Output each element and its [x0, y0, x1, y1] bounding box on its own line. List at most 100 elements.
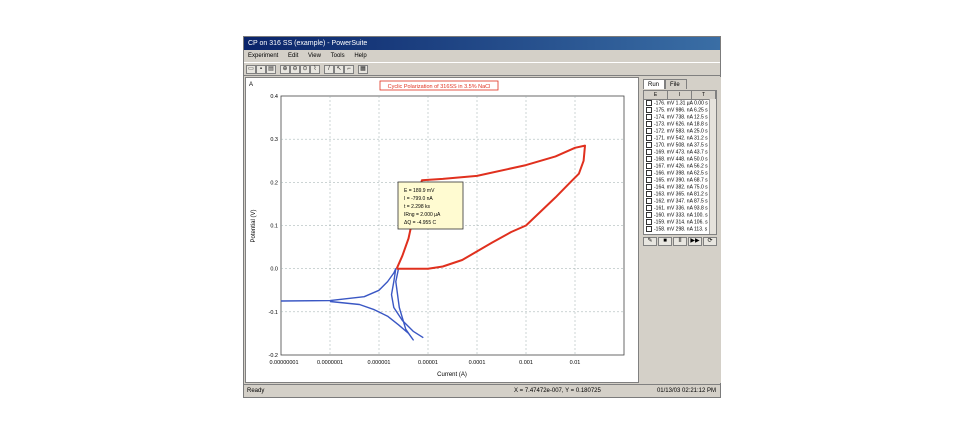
- x-tick-label: 0.00000001: [269, 360, 298, 366]
- list-item[interactable]: -165. mV 390. nA 68.7 s: [644, 177, 716, 184]
- list-item[interactable]: -173. mV 626. nA 18.8 s: [644, 121, 716, 128]
- checkbox-icon[interactable]: [646, 100, 652, 106]
- list-item-text: -166. mV 398. nA 62.5 s: [654, 170, 708, 177]
- list-scrollbar[interactable]: [709, 99, 716, 234]
- y-tick-label: 0.2: [270, 180, 278, 186]
- checkbox-icon[interactable]: [646, 156, 652, 162]
- list-item[interactable]: -176. mV 1.31 µA 0.00 s: [644, 100, 716, 107]
- x-tick-label: 0.00001: [418, 360, 438, 366]
- list-item-text: -172. mV 583. nA 25.0 s: [654, 128, 708, 135]
- list-item[interactable]: -171. mV 542. nA 31.2 s: [644, 135, 716, 142]
- list-item-text: -169. mV 473. nA 43.7 s: [654, 149, 708, 156]
- list-item-text: -176. mV 1.31 µA 0.00 s: [654, 100, 708, 107]
- checkbox-icon[interactable]: [646, 177, 652, 183]
- menu-experiment[interactable]: Experiment: [248, 53, 278, 59]
- checkbox-icon[interactable]: [646, 205, 652, 211]
- tab-file[interactable]: File: [665, 79, 687, 89]
- tooltip-line-t: t = 2.298 ks: [404, 204, 430, 210]
- tooltip-line-dq: ΔQ = -4.955 C: [404, 220, 436, 226]
- x-tick-label: 0.01: [570, 360, 581, 366]
- x-axis-label: Current (A): [437, 372, 467, 378]
- x-tick-label: 0.000001: [368, 360, 391, 366]
- checkbox-icon[interactable]: [646, 170, 652, 176]
- col-t[interactable]: T: [692, 91, 716, 99]
- list-item[interactable]: -170. mV 508. nA 37.5 s: [644, 142, 716, 149]
- list-item-text: -175. mV 986. nA 6.25 s: [654, 107, 708, 114]
- list-item[interactable]: -168. mV 448. nA 50.0 s: [644, 156, 716, 163]
- data-list[interactable]: E I T -176. mV 1.31 µA 0.00 s -175. mV 98…: [643, 90, 717, 235]
- checkbox-icon[interactable]: [646, 191, 652, 197]
- plot-pane[interactable]: A Cyclic Polarization of 316SS in 3.5% N…: [245, 77, 639, 383]
- checkbox-icon[interactable]: [646, 142, 652, 148]
- edit-icon[interactable]: ✎: [643, 237, 657, 246]
- data-tooltip: E = 189.9 mV I = -799.0 nA t = 2.298 ks …: [397, 181, 464, 230]
- zoom-reset-icon[interactable]: ⊙: [300, 65, 310, 74]
- pane-label: A: [249, 82, 253, 88]
- list-item[interactable]: -164. mV 382. nA 75.0 s: [644, 184, 716, 191]
- col-i[interactable]: I: [668, 91, 692, 99]
- menu-bar: Experiment Edit View Tools Help: [244, 51, 720, 61]
- y-tick-label: 0.0: [270, 267, 278, 273]
- chart-title: Cyclic Polarization of 316SS in 3.5% NaC…: [388, 84, 491, 90]
- y-tick-label: -0.1: [269, 310, 278, 316]
- graph-icon[interactable]: ⌇: [310, 65, 320, 74]
- window-title: CP on 316 SS (example) - PowerSuite: [244, 37, 720, 50]
- y-axis-label: Potential (V): [251, 209, 257, 242]
- list-item-text: -161. mV 336. nA 93.8 s: [654, 205, 708, 212]
- list-item[interactable]: -162. mV 347. nA 87.5 s: [644, 198, 716, 205]
- checkbox-icon[interactable]: [646, 226, 652, 232]
- cyclic-polarization-chart[interactable]: A Cyclic Polarization of 316SS in 3.5% N…: [246, 78, 638, 382]
- list-item[interactable]: -161. mV 336. nA 93.8 s: [644, 205, 716, 212]
- data-panel: Run File E I T -176. mV 1.31 µA 0.00 s -1…: [641, 77, 721, 383]
- checkbox-icon[interactable]: [646, 198, 652, 204]
- list-item-text: -171. mV 542. nA 31.2 s: [654, 135, 708, 142]
- menu-view[interactable]: View: [308, 53, 321, 59]
- open-icon[interactable]: ▭: [246, 65, 256, 74]
- checkbox-icon[interactable]: [646, 212, 652, 218]
- checkbox-icon[interactable]: [646, 163, 652, 169]
- menu-edit[interactable]: Edit: [288, 53, 298, 59]
- checkbox-icon[interactable]: [646, 107, 652, 113]
- print-icon[interactable]: ▤: [266, 65, 276, 74]
- checkbox-icon[interactable]: [646, 219, 652, 225]
- menu-help[interactable]: Help: [354, 53, 366, 59]
- list-item[interactable]: -160. mV 333. nA 100. s: [644, 212, 716, 219]
- zoom-in-icon[interactable]: ⊕: [280, 65, 290, 74]
- cursor-icon[interactable]: ↖: [334, 65, 344, 74]
- menu-tools[interactable]: Tools: [331, 53, 345, 59]
- checkbox-icon[interactable]: [646, 135, 652, 141]
- save-icon[interactable]: ▪: [256, 65, 266, 74]
- status-datetime: 01/13/03 02:21:12 PM: [656, 388, 716, 394]
- fast-forward-icon[interactable]: ▶▶: [688, 237, 702, 246]
- pause-icon[interactable]: II: [673, 237, 687, 246]
- stop-icon[interactable]: ■: [658, 237, 672, 246]
- list-item[interactable]: -158. mV 298. nA 113. s: [644, 226, 716, 233]
- y-tick-label: 0.4: [270, 94, 278, 100]
- pen-icon[interactable]: /: [324, 65, 334, 74]
- tab-run[interactable]: Run: [643, 79, 665, 89]
- list-item-text: -170. mV 508. nA 37.5 s: [654, 142, 708, 149]
- list-item[interactable]: -169. mV 473. nA 43.7 s: [644, 149, 716, 156]
- list-item[interactable]: -159. mV 314. nA 106. s: [644, 219, 716, 226]
- cursor-coordinates: X = 7.47472e-007, Y = 0.180725: [514, 388, 601, 394]
- checkbox-icon[interactable]: [646, 128, 652, 134]
- list-item[interactable]: -172. mV 583. nA 25.0 s: [644, 128, 716, 135]
- checkbox-icon[interactable]: [646, 121, 652, 127]
- list-rows: -176. mV 1.31 µA 0.00 s -175. mV 986. nA …: [644, 100, 716, 233]
- x-tick-label: 0.0000001: [317, 360, 343, 366]
- list-item[interactable]: -174. mV 738. nA 12.5 s: [644, 114, 716, 121]
- list-item[interactable]: -163. mV 365. nA 81.2 s: [644, 191, 716, 198]
- list-item[interactable]: -175. mV 986. nA 6.25 s: [644, 107, 716, 114]
- list-item[interactable]: -166. mV 398. nA 62.5 s: [644, 170, 716, 177]
- checkbox-icon[interactable]: [646, 149, 652, 155]
- app-window: CP on 316 SS (example) - PowerSuite Expe…: [243, 36, 721, 398]
- y-axis-ticks: -0.2 -0.1 0.0 0.1 0.2 0.3 0.4: [269, 94, 278, 359]
- measure-icon[interactable]: ⌐: [344, 65, 354, 74]
- checkbox-icon[interactable]: [646, 184, 652, 190]
- col-e[interactable]: E: [644, 91, 668, 99]
- refresh-icon[interactable]: ⟳: [703, 237, 717, 246]
- table-icon[interactable]: ▦: [358, 65, 368, 74]
- zoom-out-icon[interactable]: ⊖: [290, 65, 300, 74]
- list-item[interactable]: -167. mV 426. nA 56.2 s: [644, 163, 716, 170]
- checkbox-icon[interactable]: [646, 114, 652, 120]
